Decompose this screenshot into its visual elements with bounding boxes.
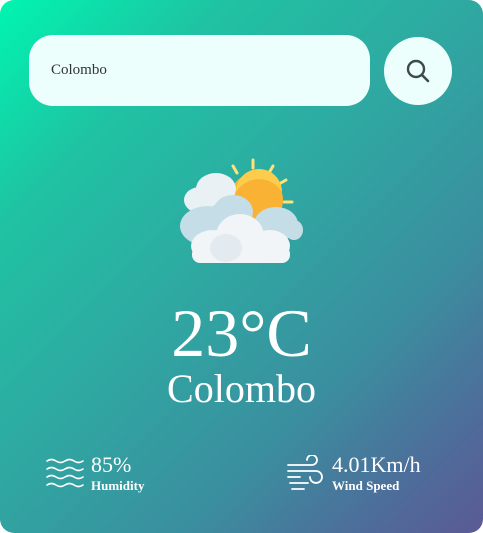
humidity-stat: 85% Humidity [45, 452, 144, 494]
wind-icon [287, 455, 323, 490]
humidity-value: 85% [91, 452, 132, 477]
wind-speed-value: 4.01Km/h [332, 452, 421, 477]
search-icon [406, 59, 430, 83]
temperature: 23°C [171, 295, 312, 371]
weather-card: Colombo 23°C Colombo 85% Humidity 4.01Km… [0, 0, 483, 533]
humidity-label: Humidity [91, 478, 145, 493]
search-button[interactable] [384, 37, 452, 105]
cloudy-sun-icon [180, 158, 303, 263]
wind-speed-label: Wind Speed [332, 478, 400, 493]
wind-speed-stat: 4.01Km/h Wind Speed [286, 452, 421, 494]
city-name: Colombo [167, 366, 316, 411]
waves-icon [46, 458, 84, 488]
search-input[interactable]: Colombo [29, 35, 370, 106]
search-input-value: Colombo [51, 62, 107, 78]
